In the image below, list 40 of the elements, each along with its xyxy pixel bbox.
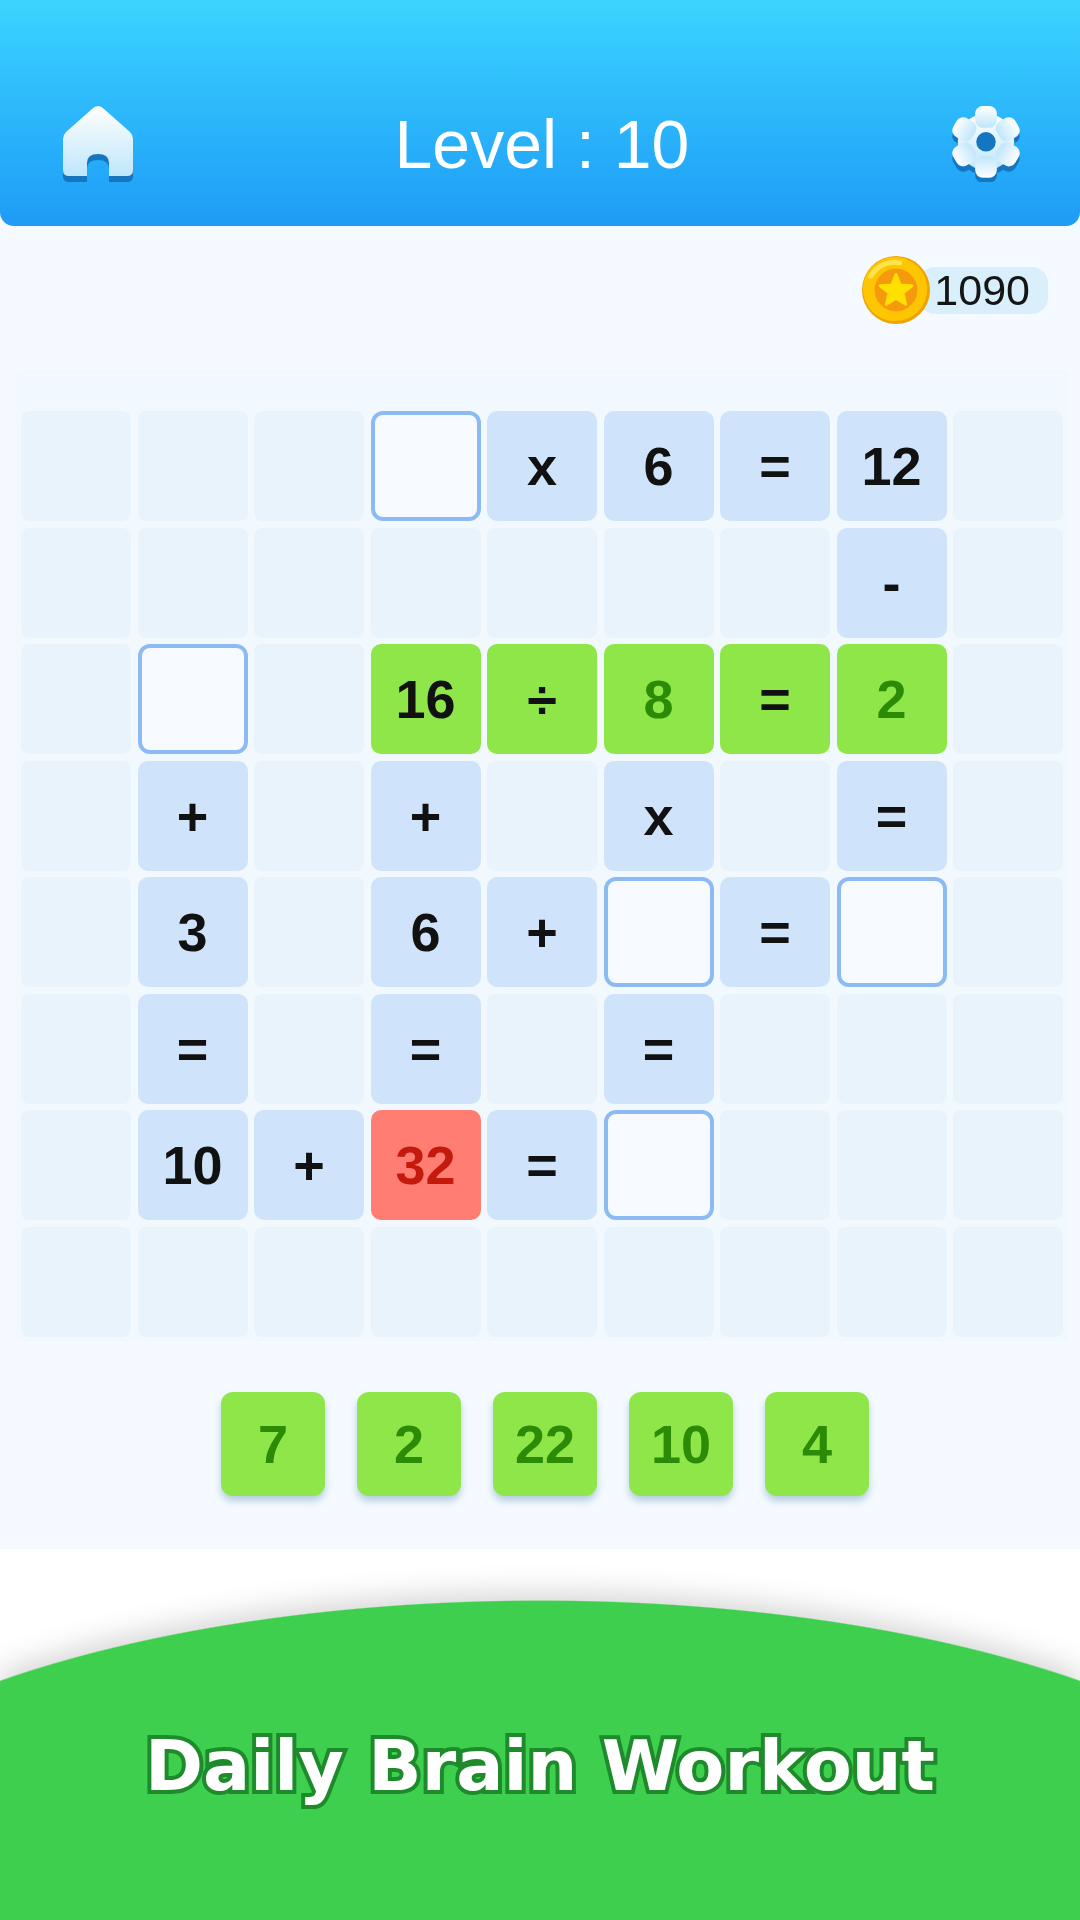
answer-slot[interactable] — [603, 1110, 714, 1220]
equation-tile: + — [254, 1110, 364, 1220]
equation-tile: x — [487, 411, 597, 521]
answer-slot[interactable] — [370, 411, 481, 521]
equation-tile: + — [137, 760, 248, 871]
home-button[interactable] — [60, 104, 136, 184]
equation-tile: x — [603, 760, 714, 871]
equation-tile: ÷ — [487, 644, 597, 754]
equation-tile: 6 — [603, 411, 714, 521]
equation-tile: 10 — [137, 1110, 248, 1220]
equation-tile: - — [836, 527, 947, 638]
number-option[interactable]: 10 — [629, 1391, 733, 1496]
equation-tile: = — [720, 877, 830, 987]
placed-number-tile[interactable]: 32 — [370, 1110, 481, 1220]
equation-tile: 3 — [137, 877, 248, 987]
placed-number-tile[interactable]: 2 — [836, 644, 947, 754]
number-option[interactable]: 4 — [765, 1391, 869, 1496]
answer-slot[interactable] — [836, 877, 947, 987]
equation-tile: = — [370, 993, 481, 1104]
home-icon — [62, 106, 134, 182]
answer-slot[interactable] — [137, 644, 248, 754]
settings-icon — [951, 106, 1021, 182]
equation-tile: = — [720, 411, 830, 521]
equation-tile: + — [487, 877, 597, 987]
number-option[interactable]: 7 — [221, 1391, 325, 1496]
number-option[interactable]: 22 — [493, 1391, 597, 1496]
equation-tile: = — [487, 1110, 597, 1220]
answer-slot[interactable] — [603, 877, 714, 987]
equation-tile: 16 — [370, 644, 481, 754]
equation-tile: + — [370, 760, 481, 871]
equation-tile: = — [720, 644, 830, 754]
equation-tile: = — [836, 760, 947, 871]
equation-tile: = — [137, 993, 248, 1104]
equation-tile: 6 — [370, 877, 481, 987]
number-option[interactable]: 2 — [357, 1391, 461, 1496]
level-title: Level : 10 — [393, 110, 691, 178]
equation-tile: = — [603, 993, 714, 1104]
coin-icon — [861, 255, 932, 325]
equation-tile: 12 — [836, 411, 947, 521]
placed-number-tile[interactable]: 8 — [603, 644, 714, 754]
